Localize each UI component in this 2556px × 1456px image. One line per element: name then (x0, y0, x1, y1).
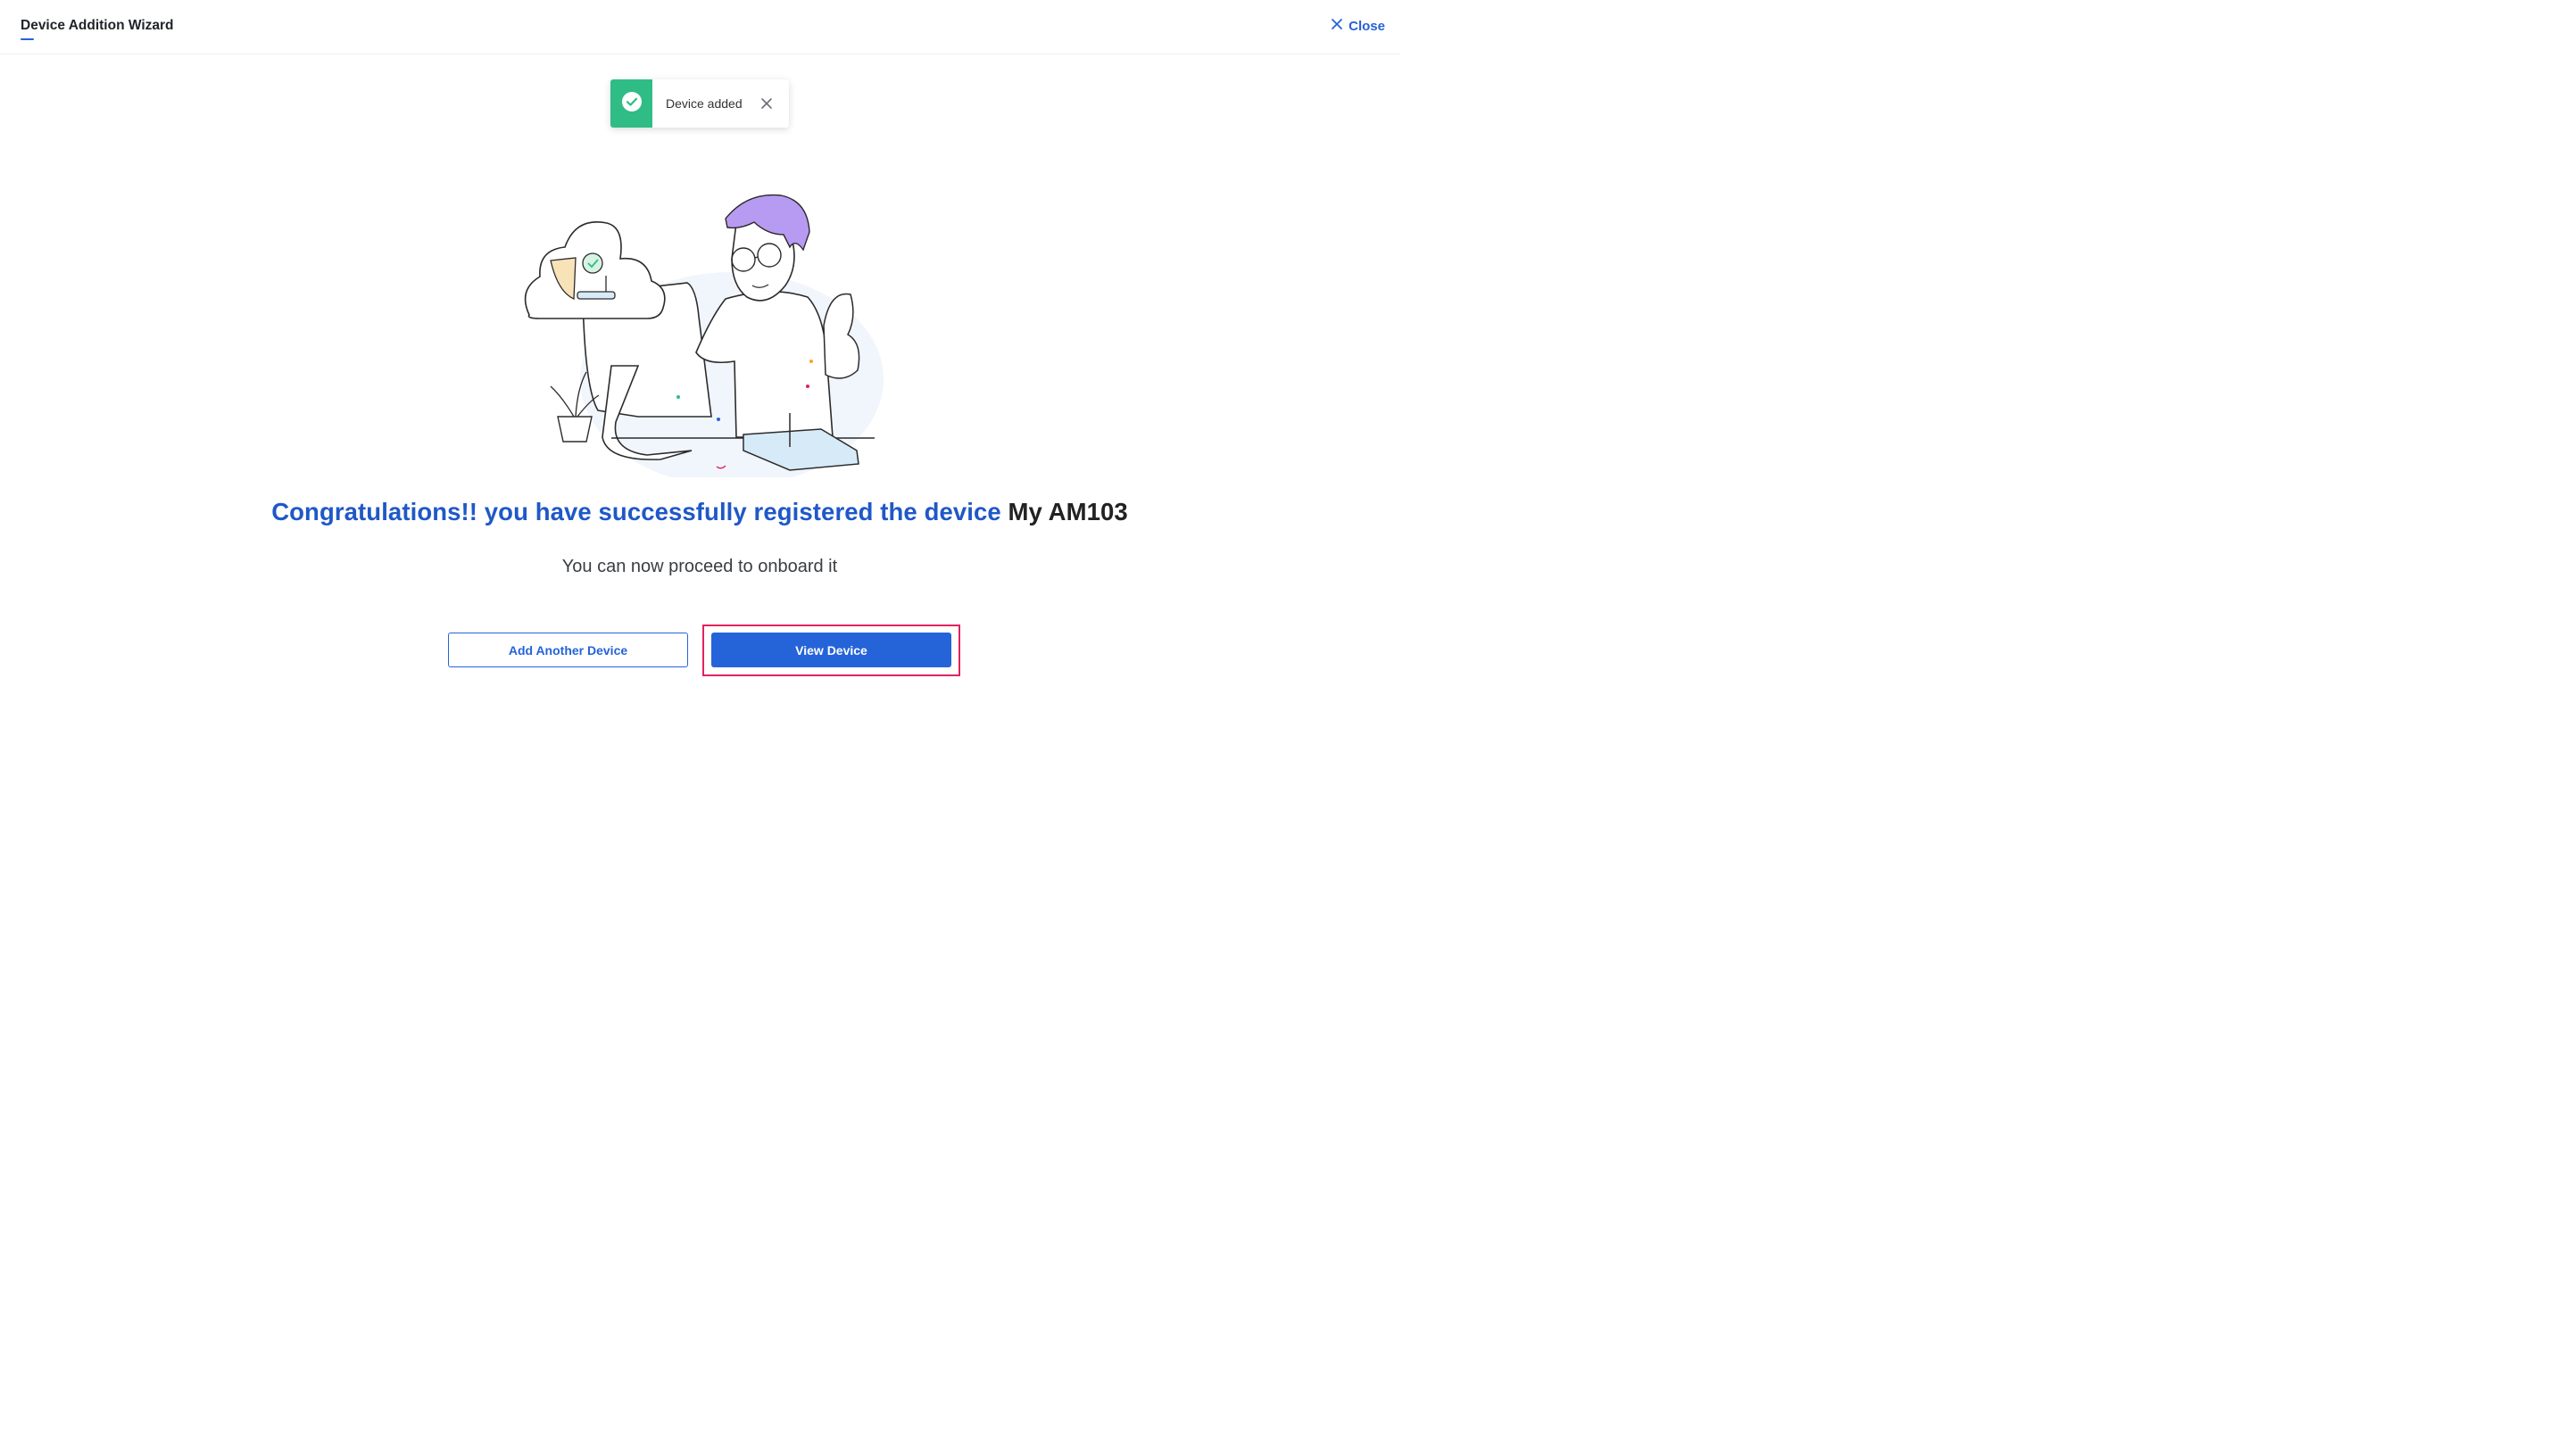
close-label: Close (1349, 18, 1385, 34)
toast-close-icon[interactable] (760, 97, 773, 110)
add-another-device-button[interactable]: Add Another Device (448, 633, 688, 667)
toast-message: Device added (666, 96, 743, 111)
check-circle-icon (621, 91, 643, 117)
wizard-title: Device Addition Wizard (21, 18, 174, 33)
close-button[interactable]: Close (1331, 18, 1385, 34)
toast-icon-area (610, 79, 652, 128)
close-icon (1331, 18, 1343, 34)
success-toast: Device added (610, 79, 789, 128)
success-illustration (513, 183, 888, 486)
celebration-illustration (524, 194, 884, 486)
headline-text: Congratulations!! you have successfully … (271, 498, 1001, 525)
onboard-subline: You can now proceed to onboard it (561, 557, 838, 576)
device-name: My AM103 (1008, 498, 1128, 525)
success-headline: Congratulations!! you have successfully … (0, 498, 1399, 526)
title-underline (21, 38, 34, 40)
view-device-button[interactable]: View Device (711, 633, 951, 667)
wizard-header: Device Addition Wizard Close (0, 0, 1399, 54)
